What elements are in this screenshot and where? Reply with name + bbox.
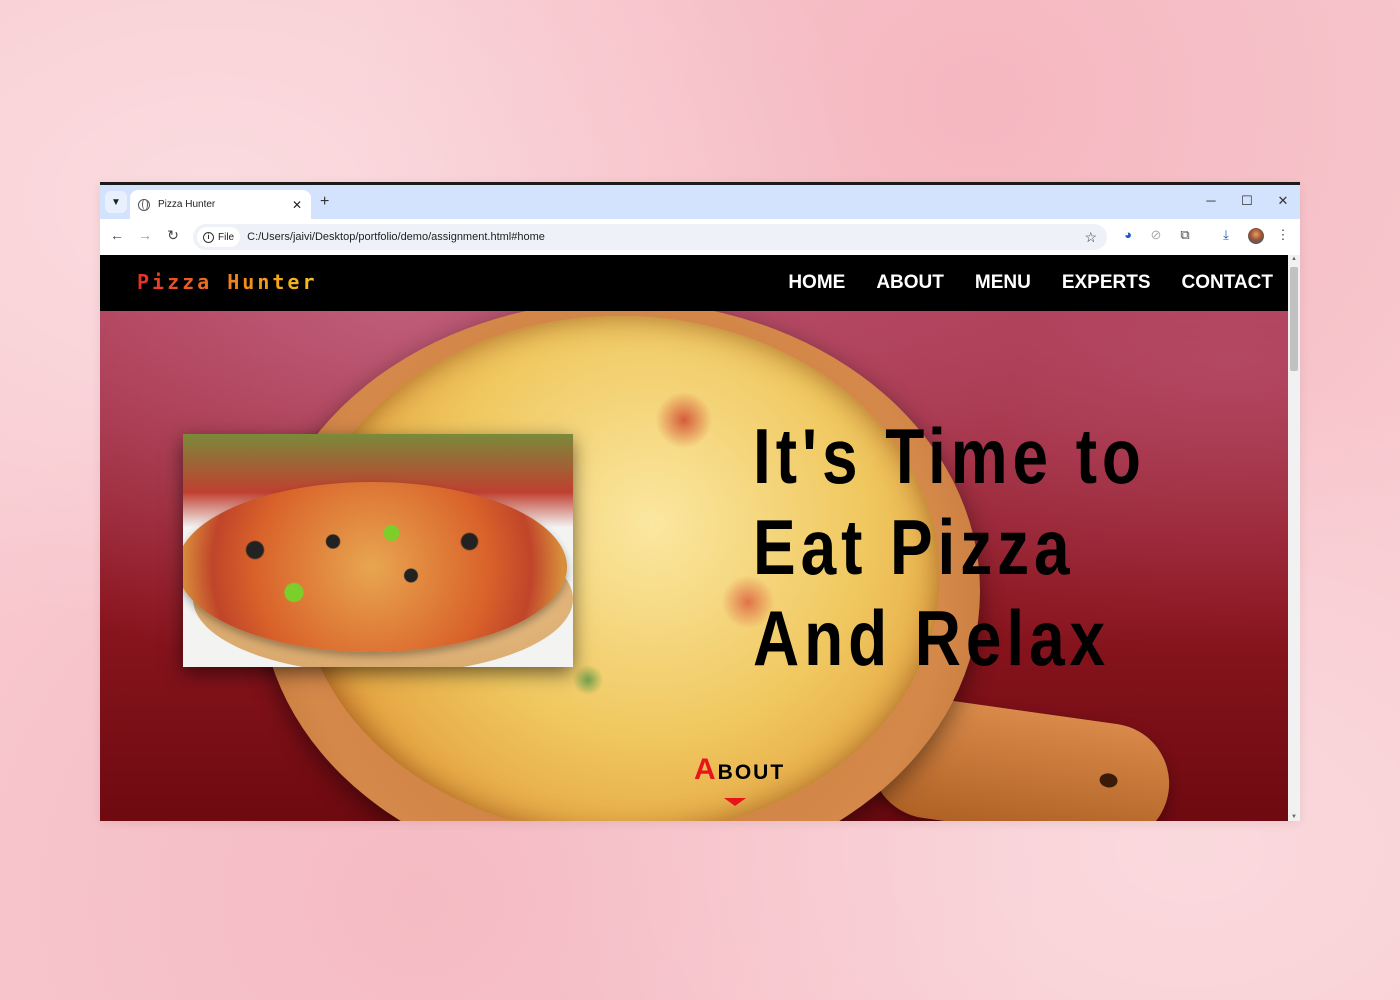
main-menu: HOME ABOUT MENU EXPERTS CONTACT [788,272,1273,294]
about-scroll-link[interactable]: ABOUT [694,753,785,787]
tab-search-button[interactable]: ▼ [105,191,127,213]
site-navbar: Pizza Hunter HOME ABOUT MENU EXPERTS CON… [100,255,1288,311]
nav-menu[interactable]: MENU [975,272,1031,294]
site-logo[interactable]: Pizza Hunter [137,270,318,294]
nav-home[interactable]: HOME [788,272,845,294]
nav-contact[interactable]: CONTACT [1182,272,1273,294]
pizza-photo [183,434,573,667]
about-rest: BOUT [717,761,786,784]
globe-icon [138,198,150,211]
kebab-menu-icon[interactable]: ⋮ [1274,227,1292,245]
headline-line-1: It's Time to [753,412,1146,500]
nav-experts[interactable]: EXPERTS [1062,272,1151,294]
caret-down-icon[interactable] [724,798,746,806]
browser-window: ▼ Pizza Hunter ✕ + ─ ☐ ✕ ← → ↻ i File C:… [100,182,1300,821]
profile-avatar[interactable] [1248,228,1264,244]
compass-extension-icon[interactable]: ⊘ [1147,227,1165,245]
headline-line-3: And Relax [753,594,1111,682]
info-icon: i [203,231,214,243]
download-icon[interactable]: ⤓ [1217,227,1235,245]
page-scrollbar[interactable]: ▲ ▼ [1288,255,1300,821]
url-text[interactable]: C:/Users/jaivi/Desktop/portfolio/demo/as… [247,231,1084,243]
page-viewport: Pizza Hunter HOME ABOUT MENU EXPERTS CON… [100,255,1288,821]
close-window-button[interactable]: ✕ [1273,193,1293,209]
scrollbar-thumb[interactable] [1290,267,1298,371]
tab-pizza-hunter[interactable]: Pizza Hunter ✕ [130,190,311,219]
tab-title: Pizza Hunter [158,199,216,210]
minimize-button[interactable]: ─ [1201,193,1221,208]
tab-strip: ▼ Pizza Hunter ✕ + ─ ☐ ✕ [100,185,1300,219]
site-info-label: File [218,231,235,243]
forward-arrow-icon[interactable]: → [136,227,154,243]
about-first-letter: A [694,753,718,786]
close-tab-icon[interactable]: ✕ [289,198,305,212]
new-tab-button[interactable]: + [320,193,329,211]
site-info-chip[interactable]: i File [197,227,241,247]
nav-about[interactable]: ABOUT [876,272,944,294]
board-hole [1098,772,1119,789]
extension-icon[interactable]: ◕ [1119,227,1137,245]
chevron-down-icon: ▼ [111,196,121,208]
scroll-down-arrow-icon[interactable]: ▼ [1288,814,1300,820]
scroll-up-arrow-icon[interactable]: ▲ [1288,256,1300,262]
browser-toolbar: ← → ↻ i File C:/Users/jaivi/Desktop/port… [100,219,1300,255]
bookmark-star-icon[interactable]: ☆ [1084,229,1097,246]
photo-pizza [183,482,567,652]
maximize-button[interactable]: ☐ [1237,193,1257,209]
back-arrow-icon[interactable]: ← [108,227,126,243]
puzzle-extensions-icon[interactable]: ⧉ [1176,227,1194,245]
reload-icon[interactable]: ↻ [164,227,182,244]
headline-line-2: Eat Pizza [753,503,1075,591]
hero-headline: It's Time to Eat Pizza And Relax [753,411,1179,684]
hero-section: It's Time to Eat Pizza And Relax ABOUT [100,311,1288,821]
address-bar[interactable]: i File C:/Users/jaivi/Desktop/portfolio/… [193,224,1107,250]
